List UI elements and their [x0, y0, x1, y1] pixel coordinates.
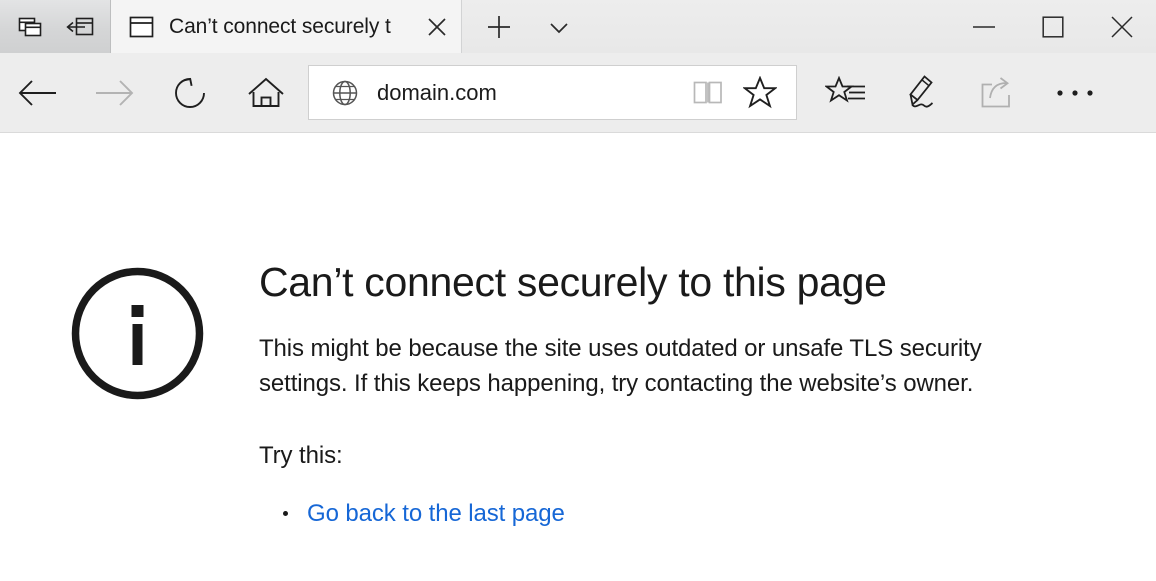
titlebar-left-cluster: [0, 0, 111, 53]
tab-preview-button[interactable]: [9, 1, 53, 53]
maximize-button[interactable]: [1018, 0, 1087, 53]
error-page: Can’t connect securely to this page This…: [0, 133, 1049, 529]
forward-button[interactable]: [76, 54, 152, 132]
reading-view-button[interactable]: [682, 67, 734, 119]
share-button[interactable]: [961, 54, 1037, 132]
page-content: Can’t connect securely to this page This…: [0, 133, 1156, 580]
maximize-icon: [1041, 15, 1064, 38]
error-body: Can’t connect securely to this page This…: [259, 259, 1049, 529]
minimize-icon: [972, 25, 995, 28]
toolbar-right-cluster: [809, 54, 1113, 132]
ellipsis-icon: [1057, 89, 1093, 96]
home-icon: [248, 77, 284, 107]
share-icon: [981, 76, 1010, 107]
set-tabs-aside-button[interactable]: [58, 1, 102, 53]
hub-button[interactable]: [809, 54, 885, 132]
suggestion-list: Go back to the last page: [259, 498, 1049, 529]
plus-icon: [488, 15, 510, 38]
tab-title: Can’t connect securely t: [169, 14, 391, 38]
forward-arrow-icon: [96, 79, 134, 106]
set-tabs-aside-icon: [65, 17, 93, 35]
list-item: Go back to the last page: [281, 498, 1049, 529]
go-back-link[interactable]: Go back to the last page: [307, 500, 565, 527]
refresh-button[interactable]: [152, 54, 228, 132]
info-circle-icon: [71, 261, 204, 529]
hub-star-lines-icon: [825, 75, 865, 103]
address-input[interactable]: domain.com: [377, 80, 682, 106]
close-icon: [428, 17, 446, 36]
refresh-icon: [175, 77, 205, 108]
minimize-button[interactable]: [949, 0, 1018, 53]
star-icon: [743, 76, 777, 109]
page-title: Can’t connect securely to this page: [259, 259, 887, 305]
try-this-label: Try this:: [259, 441, 343, 469]
back-button[interactable]: [0, 54, 76, 132]
globe-icon: [331, 79, 359, 107]
book-icon: [693, 81, 722, 103]
error-description: This might be because the site uses outd…: [259, 335, 982, 397]
navigation-toolbar: domain.com: [0, 53, 1156, 133]
page-icon: [128, 14, 154, 40]
tab-dropdown-button[interactable]: [536, 1, 582, 53]
address-bar[interactable]: domain.com: [308, 65, 797, 120]
favorite-button[interactable]: [734, 67, 786, 119]
home-button[interactable]: [228, 54, 304, 132]
new-tab-button[interactable]: [476, 1, 522, 53]
back-arrow-icon: [18, 79, 56, 106]
more-button[interactable]: [1037, 54, 1113, 132]
tab-close-button[interactable]: [413, 1, 461, 53]
close-window-button[interactable]: [1087, 0, 1156, 53]
titlebar: Can’t connect securely t: [0, 0, 1156, 53]
web-note-button[interactable]: [885, 54, 961, 132]
close-icon: [1110, 15, 1133, 38]
tab-preview-icon: [18, 17, 41, 36]
browser-tab[interactable]: Can’t connect securely t: [111, 0, 462, 53]
window-controls: [949, 0, 1156, 53]
titlebar-right-area: [462, 0, 1156, 53]
pen-icon: [909, 74, 934, 108]
chevron-down-icon: [550, 22, 568, 33]
